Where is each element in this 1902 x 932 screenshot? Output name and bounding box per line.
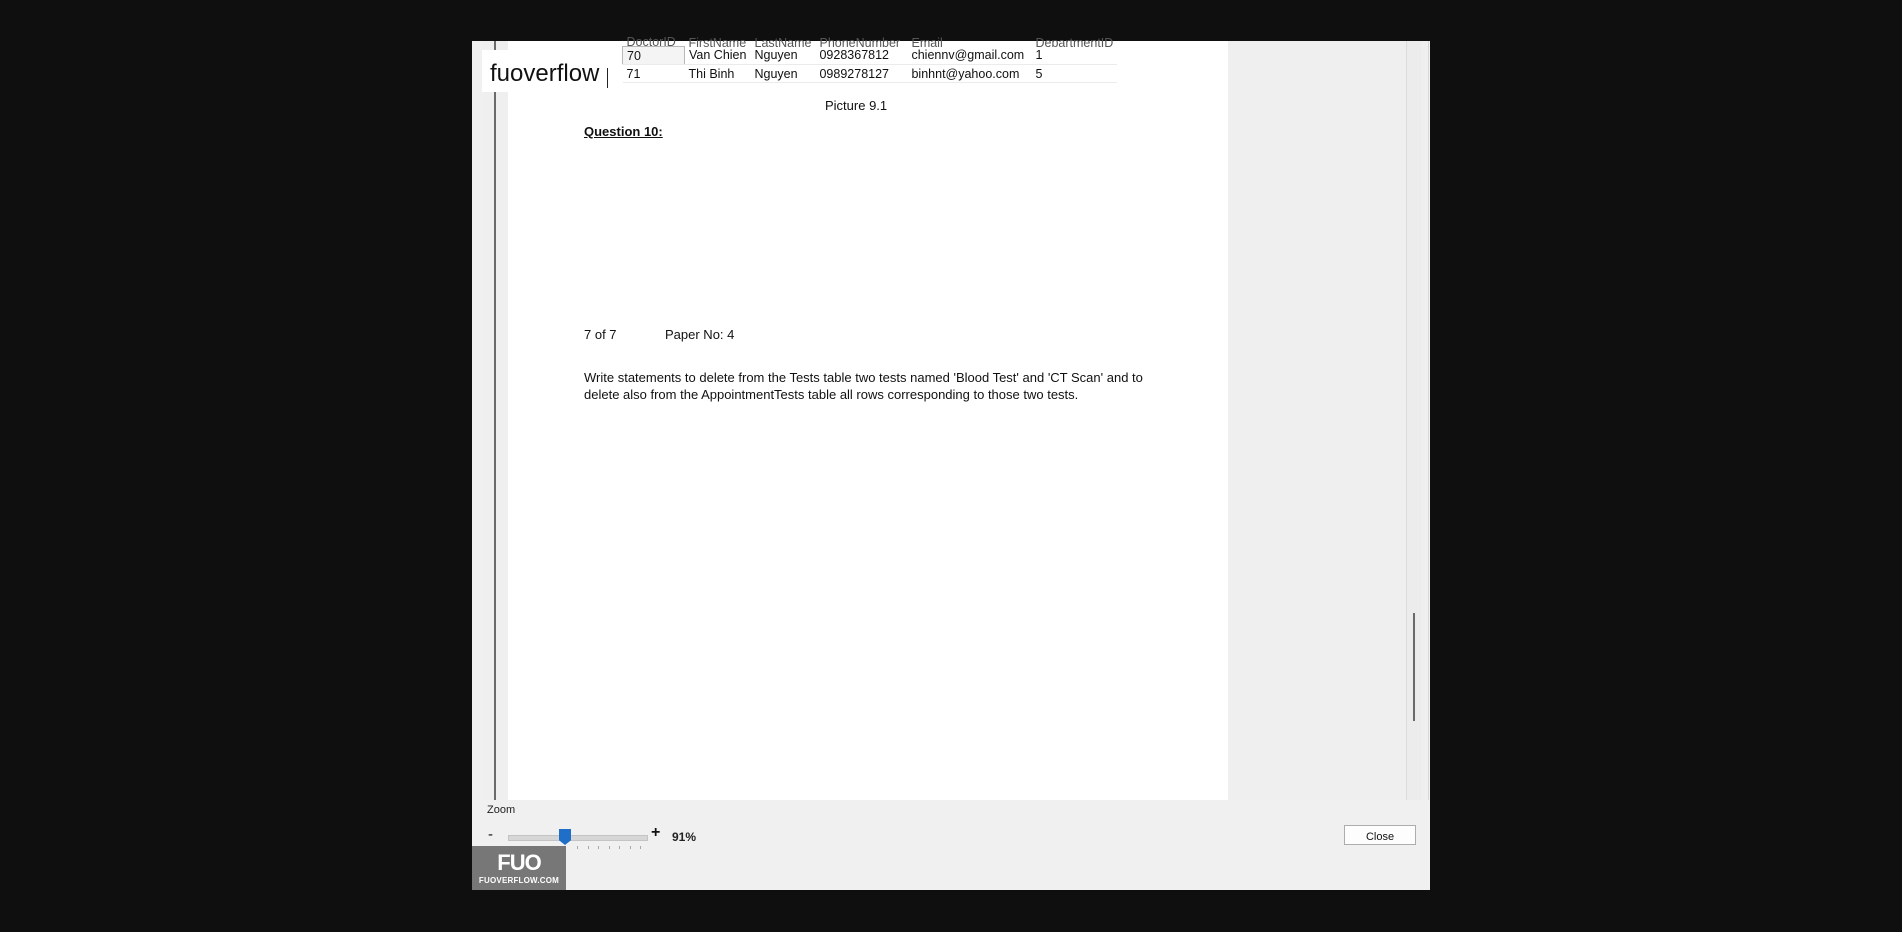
zoom-slider-track[interactable] bbox=[508, 835, 648, 841]
cell-departmentid: 5 bbox=[1031, 64, 1118, 83]
fuo-logo: FUO bbox=[497, 850, 541, 875]
cell-lastname: Nguyen bbox=[750, 46, 816, 65]
vertical-scrollbar[interactable] bbox=[1406, 41, 1421, 800]
watermark-card: fuoverflow bbox=[482, 50, 612, 92]
page-left-border bbox=[494, 41, 496, 800]
cell-doctorid: 71 bbox=[622, 64, 685, 83]
close-button[interactable]: Close bbox=[1344, 825, 1416, 845]
question-heading: Question 10: bbox=[584, 124, 663, 139]
page-number: 7 of 7 bbox=[584, 327, 617, 342]
header-phonenumber: PhoneNumber bbox=[819, 35, 901, 47]
table-header-row: DoctorID FirstName LastName PhoneNumber … bbox=[623, 30, 1118, 47]
question-text: Write statements to delete from the Test… bbox=[584, 370, 1143, 402]
zoom-slider-ticks bbox=[577, 846, 641, 850]
fuoverflow-badge: FUO FUOVERFLOW.COM bbox=[472, 846, 566, 890]
scrollbar-thumb[interactable] bbox=[1413, 613, 1415, 721]
cell-firstname: Van Chien bbox=[684, 46, 751, 65]
cell-doctorid: 70 bbox=[622, 46, 685, 65]
paper-number: Paper No: 4 bbox=[665, 327, 735, 342]
header-departmentid: DepartmentID bbox=[1035, 35, 1114, 47]
zoom-out-button[interactable]: - bbox=[488, 826, 493, 843]
zoom-percent: 91% bbox=[672, 830, 697, 844]
document-viewport[interactable] bbox=[482, 41, 1429, 800]
zoom-in-button[interactable]: + bbox=[651, 824, 660, 842]
document-page bbox=[508, 41, 1228, 800]
cell-phonenumber: 0989278127 bbox=[815, 64, 908, 83]
table-row: 71 Thi Binh Nguyen 0989278127 binhnt@yah… bbox=[622, 64, 1118, 83]
fuo-domain-text: FUOVERFLOW.COM bbox=[478, 876, 560, 885]
watermark-divider bbox=[607, 68, 608, 88]
zoom-label: Zoom bbox=[487, 804, 516, 816]
watermark-text: fuoverflow bbox=[490, 60, 600, 87]
cell-phonenumber: 0928367812 bbox=[815, 46, 908, 65]
table-row: 70 Van Chien Nguyen 0928367812 chiennv@g… bbox=[622, 46, 1118, 65]
header-lastname: LastName bbox=[754, 35, 812, 47]
picture-9-1-table: DoctorID FirstName LastName PhoneNumber … bbox=[622, 30, 1118, 83]
header-firstname: FirstName bbox=[688, 35, 747, 47]
header-doctorid: DoctorID bbox=[626, 35, 676, 47]
cell-lastname: Nguyen bbox=[750, 64, 816, 83]
cell-departmentid: 1 bbox=[1031, 46, 1118, 65]
cell-email: binhnt@yahoo.com bbox=[907, 64, 1032, 83]
cell-firstname: Thi Binh bbox=[684, 64, 751, 83]
document-viewer-window bbox=[472, 41, 1430, 890]
cell-email: chiennv@gmail.com bbox=[907, 46, 1032, 65]
header-email: Email bbox=[911, 35, 943, 47]
picture-caption: Picture 9.1 bbox=[825, 98, 888, 113]
